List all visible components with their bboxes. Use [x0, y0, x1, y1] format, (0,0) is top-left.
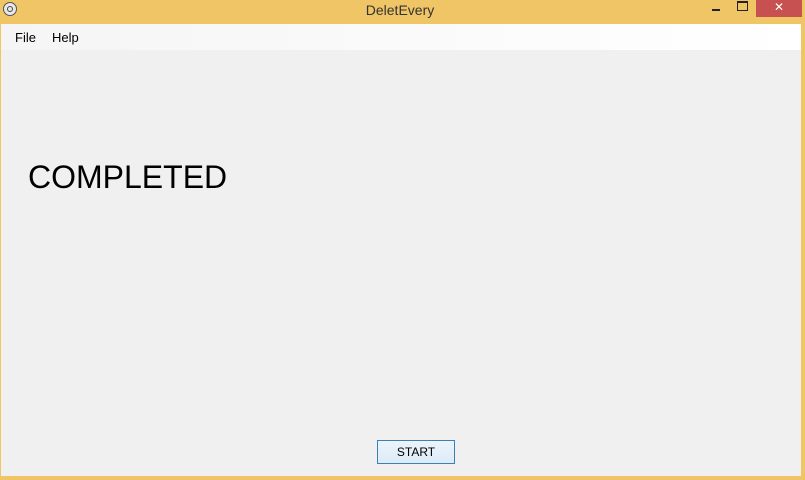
menu-bar: File Help: [1, 24, 801, 50]
maximize-button[interactable]: [729, 0, 755, 17]
minimize-icon: [712, 9, 720, 11]
start-button[interactable]: START: [377, 440, 455, 464]
minimize-button[interactable]: [703, 0, 729, 17]
menu-help[interactable]: Help: [52, 30, 79, 45]
app-window: DeletEvery ✕ File Help COMPLETED START: [0, 0, 805, 480]
close-button[interactable]: ✕: [756, 0, 802, 17]
title-bar[interactable]: DeletEvery ✕: [0, 0, 805, 24]
close-icon: ✕: [773, 0, 785, 14]
menu-file[interactable]: File: [15, 30, 36, 45]
status-label: COMPLETED: [28, 159, 228, 195]
maximize-icon: [736, 1, 748, 11]
window-title: DeletEvery: [365, 2, 435, 18]
client-area: File Help COMPLETED START: [1, 24, 801, 476]
